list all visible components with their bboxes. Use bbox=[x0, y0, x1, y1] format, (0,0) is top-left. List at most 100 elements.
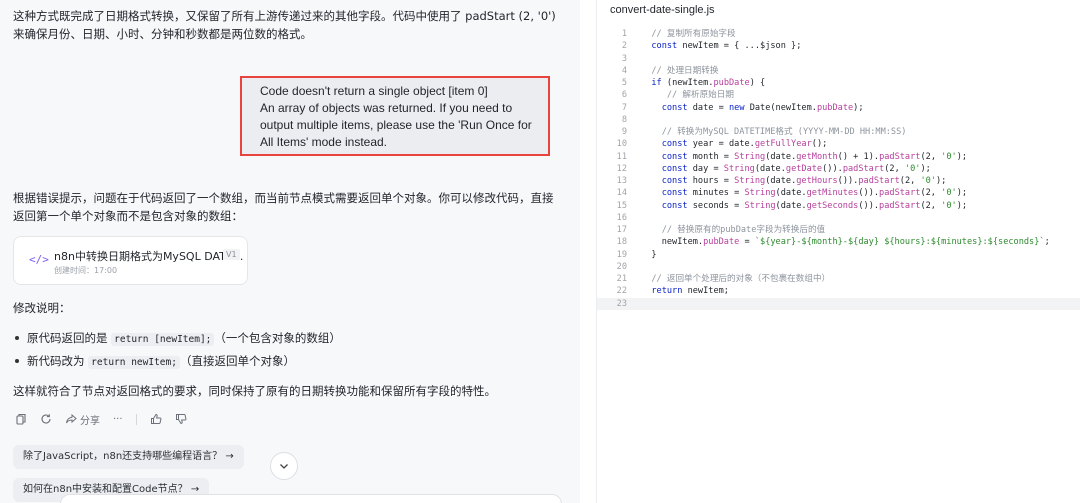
scroll-down-button[interactable] bbox=[270, 452, 298, 480]
code-line: 13 const hours = String(date.getHours())… bbox=[597, 175, 1080, 187]
code-token: padStart bbox=[858, 176, 900, 186]
line-number: 4 bbox=[621, 65, 627, 76]
line-number: 12 bbox=[616, 163, 627, 174]
code-token: getFullYear bbox=[754, 139, 812, 150]
code-token: (newItem. bbox=[661, 78, 714, 88]
chat-input[interactable] bbox=[60, 494, 562, 503]
code-token: // 返回单个处理后的对象（不包裹在数组中） bbox=[641, 274, 831, 284]
bullet-dot bbox=[15, 358, 19, 363]
code-line: 23 bbox=[597, 297, 1080, 310]
code-token: `${year}-${month}-${day} ${hours}:${minu… bbox=[754, 237, 1045, 248]
bullet-dot bbox=[15, 335, 19, 340]
code-token: ; bbox=[1044, 237, 1050, 248]
code-token: const bbox=[661, 139, 688, 150]
regenerate-icon[interactable] bbox=[40, 413, 52, 425]
code-token: String bbox=[723, 163, 755, 174]
bullet-suffix: （直接返回单个对象） bbox=[179, 354, 295, 368]
bullet-prefix: 新代码改为 bbox=[27, 354, 89, 368]
code-editor-panel: convert-date-single.js 1 // 复制所有原始字段 2 co… bbox=[596, 0, 1080, 503]
message-actions: 分享 ··· bbox=[15, 411, 187, 427]
code-line: 9 // 转换为MySQL DATETIME格式 (YYYY-MM-DD HH:… bbox=[597, 126, 1080, 138]
user-message-line: Code doesn't return a single object [ite… bbox=[260, 84, 488, 98]
code-line: 3 bbox=[597, 53, 1080, 65]
code-line: 11 const month = String(date.getMonth() … bbox=[597, 151, 1080, 163]
code-token: hours = bbox=[687, 176, 735, 186]
code-token: newItem; bbox=[682, 286, 729, 297]
code-token: ()). bbox=[858, 188, 880, 199]
code-token: padStart bbox=[879, 188, 921, 199]
code-line: 8 bbox=[597, 114, 1080, 126]
copy-icon[interactable] bbox=[15, 413, 27, 425]
line-number: 3 bbox=[621, 53, 627, 64]
code-token: ); bbox=[920, 163, 931, 174]
inline-code: return newItem; bbox=[88, 356, 180, 369]
share-button[interactable]: 分享 bbox=[65, 412, 100, 427]
thumbs-down-icon[interactable] bbox=[175, 413, 187, 425]
code-token: (); bbox=[811, 139, 828, 150]
code-token: '0' bbox=[941, 188, 957, 199]
code-token: = bbox=[739, 237, 755, 248]
line-number: 20 bbox=[616, 261, 627, 272]
code-token: newItem = { ...$json }; bbox=[677, 41, 802, 52]
line-number: 17 bbox=[616, 225, 627, 235]
code-token: const bbox=[661, 102, 688, 113]
code-token: ); bbox=[853, 102, 864, 113]
code-token: day = bbox=[687, 163, 724, 174]
code-token: year = date. bbox=[687, 139, 755, 150]
code-line: 19 } bbox=[597, 249, 1080, 261]
code-token: date = bbox=[687, 102, 729, 113]
code-artifact-card[interactable]: </> n8n中转换日期格式为MySQL DATE... V1 创建时间：17:… bbox=[13, 236, 248, 285]
code-icon: </> bbox=[29, 253, 49, 266]
code-token: String bbox=[744, 200, 776, 211]
code-token: const bbox=[661, 163, 688, 174]
code-token: String bbox=[734, 151, 766, 162]
code-token: (2, bbox=[920, 188, 942, 199]
code-token: padStart bbox=[879, 151, 921, 162]
code-token: getDate bbox=[785, 163, 823, 174]
line-number: 23 bbox=[616, 298, 627, 309]
more-button[interactable]: ··· bbox=[113, 414, 123, 425]
line-number: 6 bbox=[621, 90, 627, 101]
code-token: String bbox=[744, 188, 776, 199]
user-message-bubble: Code doesn't return a single object [ite… bbox=[240, 76, 550, 156]
code-token: getMinutes bbox=[806, 188, 859, 199]
code-token: ()). bbox=[858, 200, 880, 211]
code-token: const bbox=[661, 176, 688, 186]
code-token: (date. bbox=[775, 188, 807, 199]
code-token: pubDate bbox=[713, 78, 750, 88]
code-token: seconds = bbox=[687, 200, 745, 211]
code-line: 10 const year = date.getFullYear(); bbox=[597, 138, 1080, 150]
line-number: 15 bbox=[616, 200, 627, 211]
list-item: 原代码返回的是 return [newItem]; （一个包含对象的数组） bbox=[13, 329, 558, 349]
code-line: 6 // 解析原始日期 bbox=[597, 89, 1080, 101]
line-number: 2 bbox=[621, 41, 627, 52]
line-number: 13 bbox=[616, 176, 627, 186]
code-line: 1 // 复制所有原始字段 bbox=[597, 28, 1080, 40]
thumbs-up-icon[interactable] bbox=[150, 413, 162, 425]
code-line: 7 const date = new Date(newItem.pubDate)… bbox=[597, 102, 1080, 114]
line-number: 8 bbox=[621, 114, 627, 125]
line-number: 16 bbox=[616, 212, 627, 223]
code-line: 22 return newItem; bbox=[597, 285, 1080, 297]
code-token: ); bbox=[956, 200, 968, 211]
code-token: (date. bbox=[754, 163, 786, 174]
inline-code: return [newItem]; bbox=[111, 333, 215, 346]
code-line: 4 // 处理日期转换 bbox=[597, 65, 1080, 77]
user-message-line: An array of objects was returned. If you… bbox=[260, 101, 513, 115]
assistant-intro-text: 这种方式既完成了日期格式转换，又保留了所有上游传递过来的其他字段。代码中使用了 … bbox=[13, 9, 556, 41]
bullet-suffix: （一个包含对象的数组） bbox=[214, 331, 341, 345]
code-line: 21 // 返回单个处理后的对象（不包裹在数组中） bbox=[597, 273, 1080, 285]
code-token: ()). bbox=[822, 163, 843, 174]
code-area[interactable]: 1 // 复制所有原始字段 2 const newItem = { ...$jso… bbox=[597, 28, 1080, 310]
file-name-tab[interactable]: convert-date-single.js bbox=[610, 4, 715, 16]
code-token: new bbox=[728, 102, 745, 113]
code-token: // 处理日期转换 bbox=[641, 65, 719, 76]
suggestion-button[interactable]: 除了JavaScript，n8n还支持哪些编程语言？ → bbox=[13, 445, 244, 469]
line-number: 22 bbox=[616, 286, 627, 297]
